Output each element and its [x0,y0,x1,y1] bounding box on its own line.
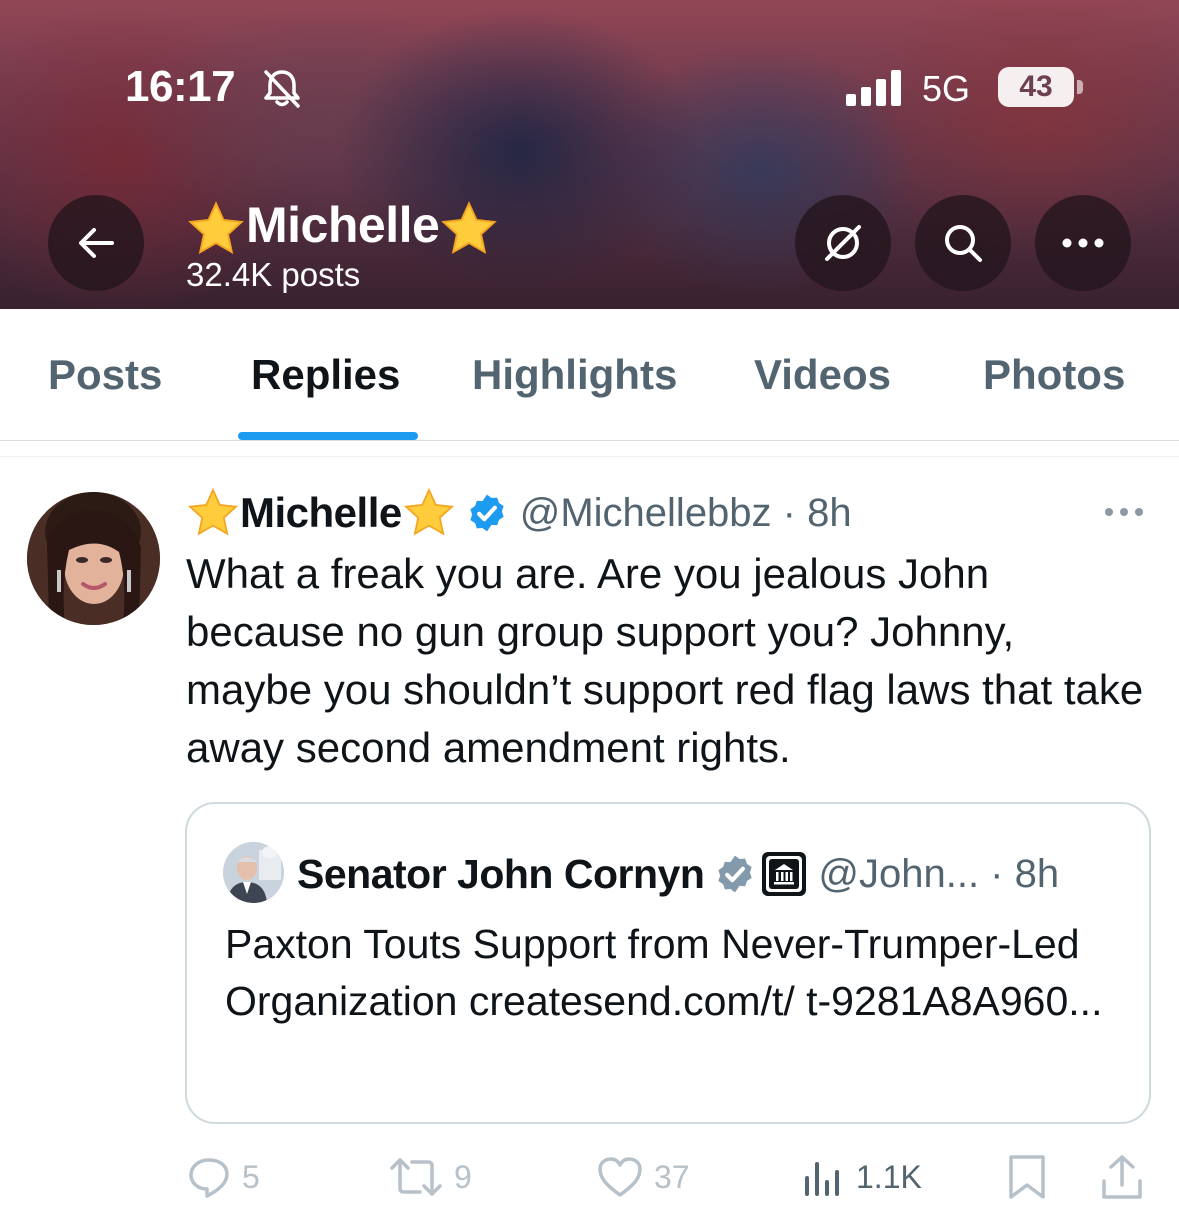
search-button[interactable] [915,195,1011,291]
network-type: 5G [922,68,971,109]
divider [0,456,1179,457]
government-badge-icon [762,852,807,896]
signal-icon [846,70,901,106]
avatar[interactable] [27,492,160,625]
profile-title: Michelle [186,196,499,259]
share-button[interactable] [1099,1152,1145,1202]
back-arrow-icon [79,228,114,258]
views-button[interactable]: 1.1K [800,1152,922,1202]
quoted-post-card[interactable]: Senator John Cornyn @John... · 8h Paxton… [185,802,1151,1124]
views-icon [805,1162,839,1196]
star-icon [187,487,239,536]
quoted-post-text: Paxton Touts Support from Never-Trumper-… [225,921,1103,1024]
bookmark-button[interactable] [1005,1152,1049,1202]
posts-count: 32.4K posts [186,256,361,293]
repost-icon [390,1158,442,1196]
quoted-handle-time[interactable]: @John... · 8h [818,852,1059,897]
bell-off-icon [264,70,300,108]
like-count: 37 [654,1158,690,1195]
reply-count: 5 [242,1158,260,1195]
back-button[interactable] [48,195,144,291]
mute-button[interactable] [795,195,891,291]
post-more-button[interactable] [1103,492,1145,526]
battery-cap [1077,80,1083,94]
repost-count: 9 [454,1158,472,1195]
search-icon [945,225,982,262]
bookmark-icon [1009,1155,1045,1199]
verified-badge-icon [718,855,752,893]
tab-photos[interactable]: Photos [983,351,1125,399]
avatar-image [27,492,160,625]
more-options-button[interactable] [1035,195,1131,291]
views-count: 1.1K [856,1158,922,1195]
mute-icon [825,225,861,261]
profile-name-text: Michelle [246,197,440,253]
more-icon [1105,508,1143,516]
tab-videos[interactable]: Videos [754,351,891,399]
like-button[interactable]: 37 [596,1152,690,1202]
repost-button[interactable]: 9 [388,1152,472,1202]
post-text: What a freak you are. Are you jealous Jo… [186,550,1144,771]
more-icon [1062,238,1104,248]
post-author-name[interactable]: Michelle [240,489,402,537]
profile-tabs: Posts Replies Highlights Videos Photos [0,309,1179,441]
quoted-avatar-image [223,842,284,903]
post-handle-time[interactable]: @Michellebbz · 8h [520,491,852,536]
reply-button[interactable]: 5 [186,1152,260,1202]
tab-highlights[interactable]: Highlights [472,351,677,399]
like-icon [598,1157,642,1197]
status-time: 16:17 [125,62,236,111]
reply-icon [189,1158,229,1198]
tab-replies[interactable]: Replies [251,351,400,399]
battery-indicator: 43 [998,67,1074,107]
share-icon [1102,1155,1142,1199]
star-icon [441,200,498,254]
tab-posts[interactable]: Posts [48,351,162,399]
star-icon [188,200,244,254]
star-icon [403,487,454,536]
post-header: Michelle @Michellebbz · 8h [186,487,852,538]
quoted-post-header: Senator John Cornyn @John... · 8h [297,846,1059,902]
quoted-avatar[interactable] [223,842,284,903]
active-tab-indicator [238,432,418,440]
verified-badge-icon [470,494,504,532]
quoted-author-name[interactable]: Senator John Cornyn [297,851,705,898]
